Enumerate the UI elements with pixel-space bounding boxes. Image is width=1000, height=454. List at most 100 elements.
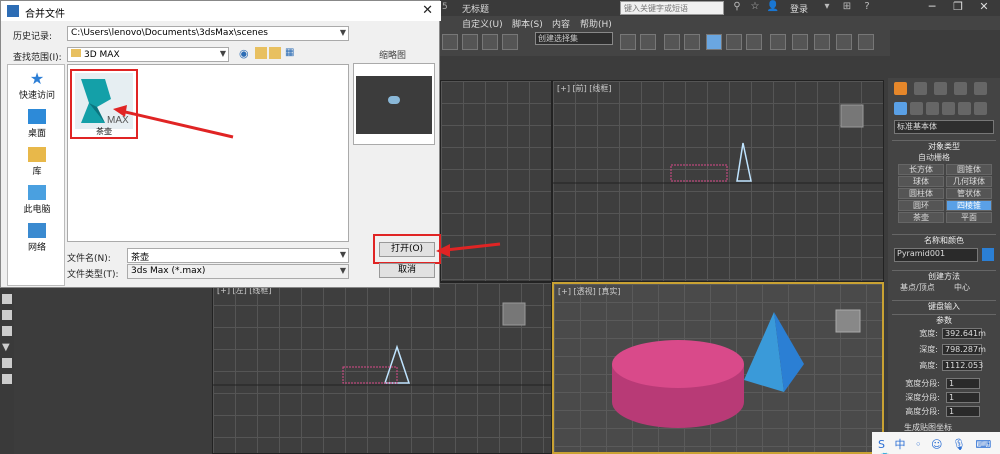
menu-customize[interactable]: 自定义(U) bbox=[462, 17, 503, 30]
maximize-button[interactable]: ❐ bbox=[946, 0, 970, 16]
filetype-dropdown[interactable]: 3ds Max (*.max) ▼ bbox=[127, 264, 349, 279]
schematic-icon[interactable] bbox=[726, 34, 742, 50]
freeze-tool-icon[interactable] bbox=[2, 358, 12, 368]
sphere-button[interactable]: 球体 bbox=[898, 176, 944, 187]
width-spinner[interactable]: 392.641m bbox=[942, 328, 986, 339]
create-tab-icon[interactable] bbox=[894, 82, 907, 95]
render-setup-icon[interactable] bbox=[770, 34, 786, 50]
up-folder-icon[interactable] bbox=[255, 47, 267, 59]
display-tab-icon[interactable] bbox=[974, 82, 987, 95]
teapot-render-icon[interactable] bbox=[836, 34, 852, 50]
torus-button[interactable]: 圆环 bbox=[898, 200, 944, 211]
modify-tab-icon[interactable] bbox=[914, 82, 927, 95]
shapes-icon[interactable] bbox=[910, 102, 923, 115]
height-segs-spinner[interactable]: 1 bbox=[946, 406, 980, 417]
motion-tab-icon[interactable] bbox=[954, 82, 967, 95]
view-cube-perspective[interactable] bbox=[835, 309, 861, 333]
radio-base-apex[interactable]: 基点/顶点 bbox=[900, 282, 944, 296]
depth-spinner[interactable]: 798.287m bbox=[942, 344, 986, 355]
place-desktop[interactable]: 桌面 bbox=[8, 109, 66, 139]
spacewarps-icon[interactable] bbox=[974, 102, 987, 115]
align-icon[interactable] bbox=[640, 34, 656, 50]
user-icon[interactable]: 👤 bbox=[766, 1, 780, 14]
viewport-perspective[interactable]: [+] [透视] [真实] bbox=[552, 282, 884, 454]
place-library[interactable]: 库 bbox=[8, 147, 66, 177]
hide-tool-icon[interactable] bbox=[2, 326, 12, 336]
cameras-icon[interactable] bbox=[942, 102, 955, 115]
menu-help[interactable]: 帮助(H) bbox=[580, 17, 612, 30]
object-name-field[interactable]: Pyramid001 bbox=[894, 248, 978, 262]
parameters-header[interactable]: 参数 bbox=[892, 314, 996, 326]
view-menu-icon[interactable]: ▦ bbox=[285, 47, 297, 59]
viewport-front[interactable]: [+] [前] [线框] bbox=[552, 80, 884, 282]
place-quick-access[interactable]: ★ 快速访问 bbox=[8, 71, 66, 102]
cylinder-button[interactable]: 圆柱体 bbox=[898, 188, 944, 199]
history-dropdown[interactable]: C:\Users\lenovo\Documents\3dsMax\scenes … bbox=[67, 26, 349, 41]
render-icon[interactable] bbox=[814, 34, 830, 50]
width-segs-spinner[interactable]: 1 bbox=[946, 378, 980, 389]
selection-set-dropdown[interactable]: 创建选择集 bbox=[535, 32, 613, 45]
category-dropdown[interactable]: 标准基本体 bbox=[894, 120, 994, 134]
layer-tool-icon[interactable] bbox=[2, 294, 12, 304]
creation-method-header[interactable]: 创建方法 bbox=[892, 270, 996, 282]
viewport-top-partial[interactable] bbox=[440, 80, 552, 282]
login-button[interactable]: 登录 bbox=[790, 2, 808, 15]
filename-input[interactable]: 茶壶 ▼ bbox=[127, 248, 349, 263]
box-button[interactable]: 长方体 bbox=[898, 164, 944, 175]
keyboard-entry-header[interactable]: 键盘输入 bbox=[892, 300, 996, 312]
max-search-input[interactable]: 键入关键字或短语 bbox=[620, 1, 724, 15]
close-window-button[interactable]: ✕ bbox=[972, 0, 996, 16]
angle-snap-icon[interactable] bbox=[462, 34, 478, 50]
cart-icon[interactable]: ⊞ bbox=[840, 1, 854, 14]
lookin-dropdown[interactable]: 3D MAX ▼ bbox=[67, 47, 229, 62]
cancel-button[interactable]: 取消 bbox=[379, 263, 435, 278]
pyramid-button[interactable]: 四棱锥 bbox=[946, 200, 992, 211]
object-type-header[interactable]: 对象类型 bbox=[892, 140, 996, 152]
new-folder-icon[interactable] bbox=[269, 47, 281, 59]
geometry-icon[interactable] bbox=[894, 102, 907, 115]
sort-tool-icon[interactable] bbox=[2, 374, 12, 384]
material-editor-icon[interactable] bbox=[746, 34, 762, 50]
viewport-left[interactable]: [+] [左] [线框] bbox=[212, 282, 552, 454]
menu-content[interactable]: 内容 bbox=[552, 17, 570, 30]
curve-editor-icon[interactable] bbox=[706, 34, 722, 50]
place-network[interactable]: 网络 bbox=[8, 223, 66, 253]
ribbon-icon[interactable] bbox=[684, 34, 700, 50]
snap-icon[interactable] bbox=[442, 34, 458, 50]
chevron-down-icon[interactable]: ▾ bbox=[820, 1, 834, 14]
a360-icon[interactable] bbox=[858, 34, 874, 50]
object-color-swatch[interactable] bbox=[982, 248, 994, 261]
geosphere-button[interactable]: 几何球体 bbox=[946, 176, 992, 187]
hierarchy-tab-icon[interactable] bbox=[934, 82, 947, 95]
spinner-snap-icon[interactable] bbox=[502, 34, 518, 50]
render-frame-icon[interactable] bbox=[792, 34, 808, 50]
menu-script[interactable]: 脚本(S) bbox=[512, 17, 543, 30]
close-icon[interactable]: ✕ bbox=[422, 3, 433, 18]
helpers-icon[interactable] bbox=[958, 102, 971, 115]
height-spinner[interactable]: 1112.053 bbox=[942, 360, 983, 371]
star-icon[interactable]: ☆ bbox=[748, 1, 762, 14]
tube-button[interactable]: 管状体 bbox=[946, 188, 992, 199]
view-cube-left[interactable] bbox=[502, 302, 526, 326]
cone-button[interactable]: 圆锥体 bbox=[946, 164, 992, 175]
back-icon[interactable]: ◉ bbox=[239, 47, 251, 60]
teapot-button[interactable]: 茶壶 bbox=[898, 212, 944, 223]
plane-button[interactable]: 平面 bbox=[946, 212, 992, 223]
binoculars-icon[interactable]: ⚲ bbox=[730, 1, 744, 14]
list-tool-icon[interactable] bbox=[2, 310, 12, 320]
open-button[interactable]: 打开(O) bbox=[379, 242, 435, 257]
file-item-teapot[interactable]: MAX 茶壶 bbox=[70, 69, 138, 139]
mirror-icon[interactable] bbox=[620, 34, 636, 50]
radio-center[interactable]: 中心 bbox=[954, 282, 994, 296]
depth-segs-spinner[interactable]: 1 bbox=[946, 392, 980, 403]
layer-icon[interactable] bbox=[664, 34, 680, 50]
place-this-pc[interactable]: 此电脑 bbox=[8, 185, 66, 215]
name-color-header[interactable]: 名称和颜色 bbox=[892, 234, 996, 246]
help-icon[interactable]: ? bbox=[860, 1, 874, 14]
ime-icons[interactable]: S 中 ◦ ☺ 🎙 ⌨ 👕 ⁞⁞ bbox=[878, 436, 1000, 454]
lights-icon[interactable] bbox=[926, 102, 939, 115]
view-cube-front[interactable] bbox=[840, 104, 864, 128]
filter-icon[interactable]: ▼ bbox=[2, 342, 12, 353]
minimize-button[interactable]: ─ bbox=[920, 0, 944, 16]
percent-snap-icon[interactable] bbox=[482, 34, 498, 50]
